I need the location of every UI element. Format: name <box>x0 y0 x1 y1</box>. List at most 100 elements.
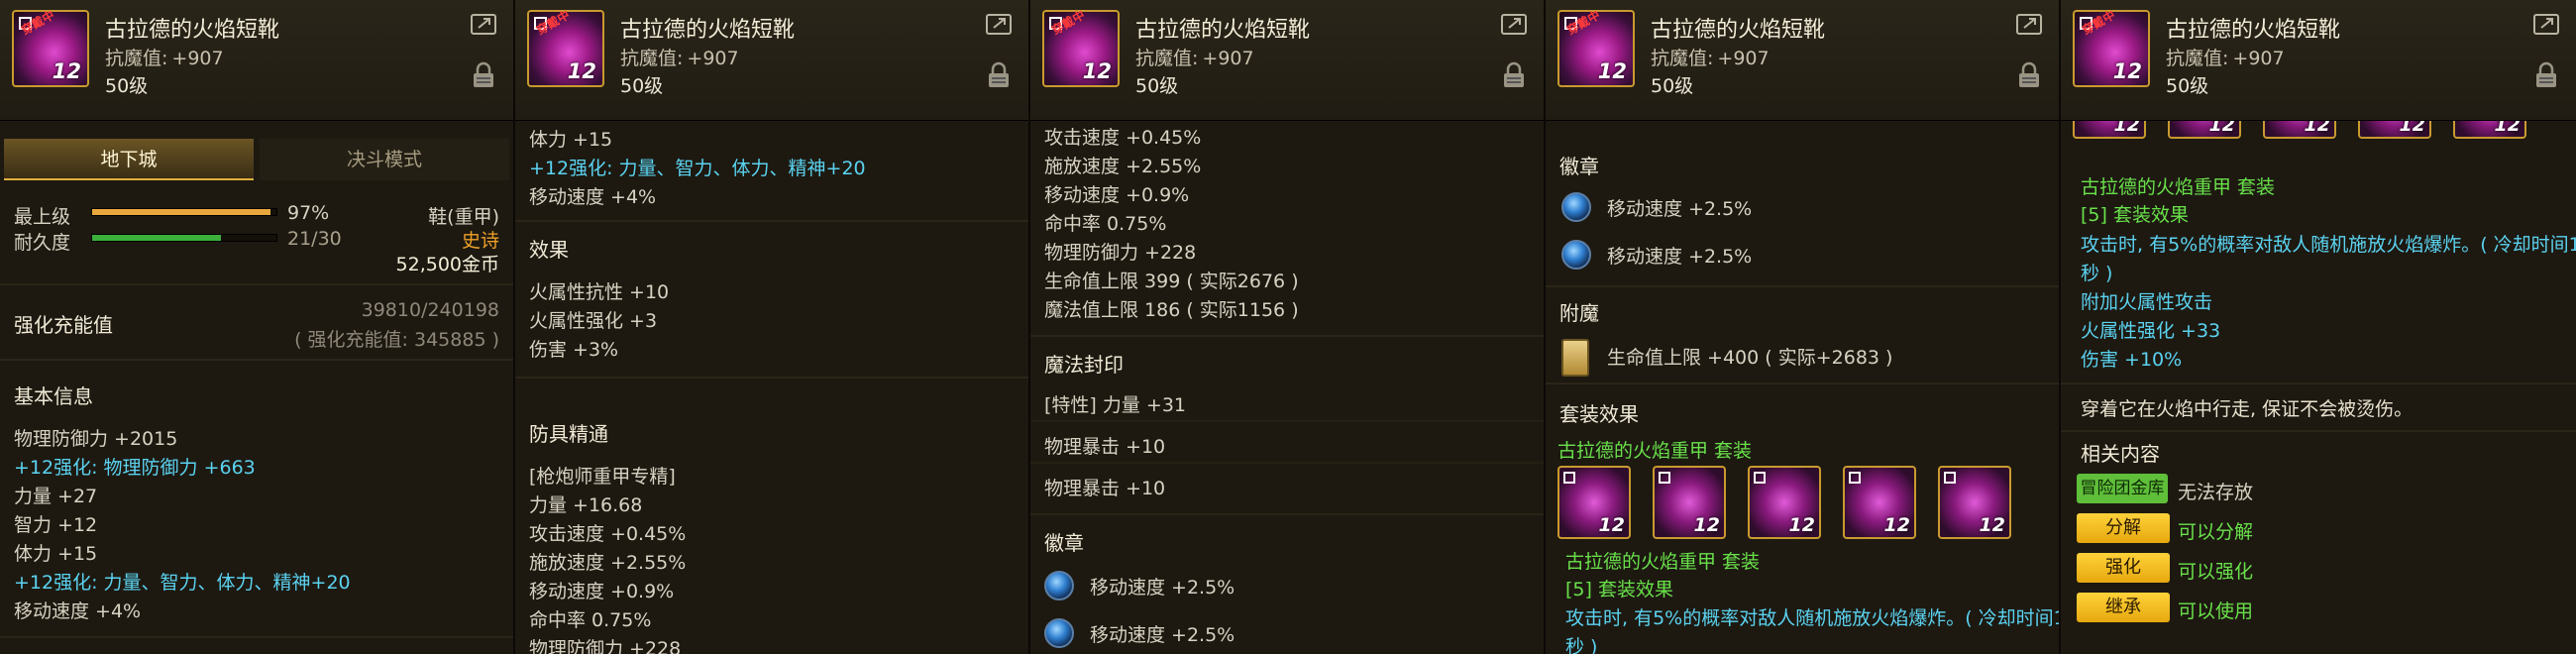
quality-value: 97% <box>287 202 330 224</box>
share-icon[interactable] <box>1500 12 1528 36</box>
icon-level: 12 <box>1788 514 1815 536</box>
seal-line: [特性] 力量 +31 <box>1044 394 1187 416</box>
durability-value: 21/30 <box>287 228 342 250</box>
item-level: 50级 <box>2166 75 2209 97</box>
stat-line: 体力 +15 <box>14 543 98 565</box>
stat-line: 移动速度 +4% <box>14 600 142 622</box>
set-effect-title: [5] 套装效果 <box>1565 579 1673 600</box>
effect-line: 火属性强化 +3 <box>529 310 658 332</box>
tab-dungeon[interactable]: 地下城 <box>4 139 254 180</box>
mastery-line: 物理防御力 +228 <box>529 638 682 654</box>
divider <box>1546 285 2059 287</box>
seal-line: 物理暴击 +10 <box>1044 436 1166 458</box>
stat-label: 抗魔值: <box>105 48 168 69</box>
enchant-line: 生命值上限 +400 ( 实际+2683 ) <box>1607 347 1893 369</box>
divider <box>1030 335 1544 337</box>
enhance-text: 可以强化 <box>2178 561 2254 583</box>
enhance-button[interactable]: 强化 <box>2077 553 2170 583</box>
set-effect-title: [5] 套装效果 <box>2081 204 2189 226</box>
flavor-text: 穿着它在火焰中行走, 保证不会被烫伤。 <box>2081 398 2414 420</box>
set-piece-icon: 12 <box>1557 466 1631 539</box>
set-effect-desc: 攻击时, 有5%的概率对敌人随机施放火焰爆炸。( 冷却时间1 <box>1565 607 2061 629</box>
effect-line: 火属性抗性 +10 <box>529 281 670 303</box>
stat-line: 智力 +12 <box>14 514 98 536</box>
emblem-title: 徽章 <box>1559 155 1599 178</box>
item-name: 古拉德的火焰短靴 <box>105 18 280 43</box>
lock-icon[interactable] <box>472 61 495 89</box>
divider <box>1546 382 2059 384</box>
icon-level: 12 <box>1597 59 1627 83</box>
tab-duel[interactable]: 决斗模式 <box>260 139 509 180</box>
share-icon[interactable] <box>2015 12 2043 36</box>
emblem-line: 移动速度 +2.5% <box>1090 577 1235 599</box>
effect-title: 效果 <box>529 238 569 262</box>
stat-line: 物理防御力 +228 <box>1044 242 1197 264</box>
frame-mark-icon <box>1659 472 1670 484</box>
stat-line: 物理防御力 +2015 <box>14 428 178 450</box>
stat-line: 体力 +15 <box>529 129 613 151</box>
stat-line: +12强化: 力量、智力、体力、精神+20 <box>14 572 351 594</box>
item-tooltip-panel-2: 穿戴中 12 古拉德的火焰短靴 抗魔值: +907 50级 体力 +15 +12强… <box>515 0 1030 654</box>
tooltip-body: 徽章 移动速度 +2.5% 移动速度 +2.5% 附魔 生命值上限 +400 (… <box>1546 121 2059 654</box>
set-name: 古拉德的火焰重甲 套装 <box>1557 440 1753 462</box>
inherit-button[interactable]: 继承 <box>2077 593 2170 622</box>
stat-line: 移动速度 +4% <box>529 186 657 208</box>
lock-icon[interactable] <box>2534 61 2558 89</box>
item-icon: 穿戴中 12 <box>1557 8 1635 87</box>
emblem-icon <box>1561 240 1591 270</box>
item-icon: 穿戴中 12 <box>12 8 89 87</box>
set-title: 套装效果 <box>1559 402 1639 426</box>
item-stat: 抗魔值: +907 <box>1651 44 1770 70</box>
stat-label: 抗魔值: <box>620 48 684 69</box>
durability-bar <box>91 234 277 242</box>
share-icon[interactable] <box>985 12 1013 36</box>
stat-line: 力量 +27 <box>14 486 98 507</box>
item-tooltip-panel-1: 穿戴中 12 古拉德的火焰短靴 抗魔值: +907 50级 地下城 决斗模式 最上… <box>0 0 515 654</box>
mastery-line: 施放速度 +2.55% <box>529 552 687 574</box>
item-stat: 抗魔值: +907 <box>2166 44 2285 70</box>
frame-mark-icon <box>1944 472 1956 484</box>
item-name: 古拉德的火焰短靴 <box>1135 18 1311 43</box>
seal-line: 物理暴击 +10 <box>1044 478 1166 499</box>
set-effect-desc: 秒 ) <box>1565 636 1598 654</box>
mode-tabs: 地下城 决斗模式 <box>0 139 513 180</box>
stat-value: +907 <box>687 48 739 69</box>
icon-level: 12 <box>1693 514 1720 536</box>
disassemble-button[interactable]: 分解 <box>2077 513 2170 543</box>
divider <box>1030 420 1544 422</box>
emblem-title: 徽章 <box>1044 531 1084 555</box>
stat-value: +907 <box>1202 48 1254 69</box>
item-name: 古拉德的火焰短靴 <box>1651 18 1826 43</box>
lock-icon[interactable] <box>2017 61 2041 89</box>
share-icon[interactable] <box>470 12 497 36</box>
item-level: 50级 <box>620 75 664 97</box>
set-piece-icon: 12 <box>1938 466 2011 539</box>
set-piece-icon: 12 <box>1653 466 1726 539</box>
wear-tag: 穿戴中 <box>1049 7 1088 38</box>
item-tooltip-panel-4: 穿戴中 12 古拉德的火焰短靴 抗魔值: +907 50级 徽章 移动速度 +2.… <box>1546 0 2061 654</box>
frame-mark-icon <box>1563 472 1575 484</box>
emblem-line: 移动速度 +2.5% <box>1607 198 1753 220</box>
tooltip-header: 穿戴中 12 古拉德的火焰短靴 抗魔值: +907 50级 <box>515 0 1028 121</box>
item-icon: 穿戴中 12 <box>527 8 604 87</box>
durability-label: 耐久度 <box>14 232 71 254</box>
set-effect-desc: 秒 ) <box>2081 263 2113 284</box>
storage-badge: 冒险团金库 <box>2077 474 2168 503</box>
divider <box>515 377 1028 379</box>
item-rarity: 史诗 <box>461 230 499 252</box>
share-icon[interactable] <box>2532 12 2560 36</box>
lock-icon[interactable] <box>987 61 1011 89</box>
mastery-line: 力量 +16.68 <box>529 494 643 516</box>
quality-label: 最上级 <box>14 206 71 228</box>
seal-title: 魔法封印 <box>1044 353 1124 377</box>
set-piece-icon: 12 <box>1843 466 1916 539</box>
bonus-line: 火属性强化 +33 <box>2081 320 2221 342</box>
bonus-line: 附加火属性攻击 <box>2081 291 2213 313</box>
wear-tag: 穿戴中 <box>1564 7 1603 38</box>
item-tooltip-panel-5: 穿戴中 12 古拉德的火焰短靴 抗魔值: +907 50级 12 12 12 12… <box>2061 0 2576 654</box>
divider <box>0 359 513 361</box>
lock-icon[interactable] <box>1502 61 1526 89</box>
mastery-line: [枪炮师重甲专精] <box>529 466 676 488</box>
mastery-line: 攻击速度 +0.45% <box>529 523 687 545</box>
icon-level: 12 <box>1598 514 1625 536</box>
